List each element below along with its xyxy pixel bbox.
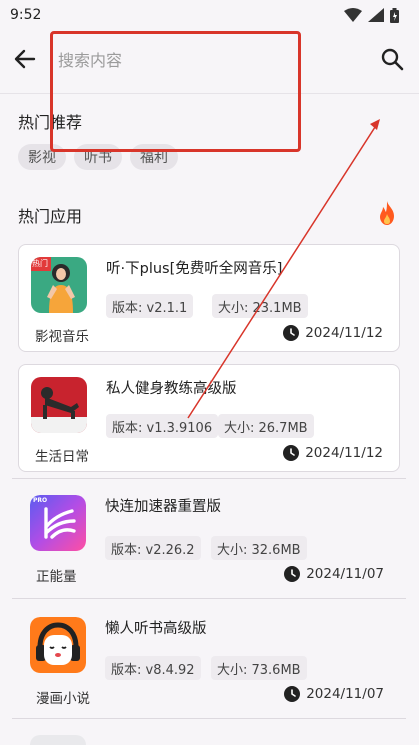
arrow-left-icon	[14, 49, 36, 69]
app-icon-fitness	[31, 377, 87, 433]
date-text: 2024/11/07	[306, 566, 384, 582]
app-category: 影视音乐	[35, 329, 89, 345]
date-text: 2024/11/12	[305, 325, 383, 341]
version-badge: 版本: v8.4.92	[105, 656, 201, 680]
hot-badge: 热门	[32, 259, 48, 268]
clock-icon	[283, 445, 300, 461]
clock-icon	[284, 566, 301, 582]
search-button[interactable]	[377, 44, 407, 74]
app-icon-partial	[30, 735, 86, 745]
date-text: 2024/11/07	[306, 686, 384, 702]
app-card[interactable]: 热门 影视音乐 听·下plus[免费听全网音乐] 版本: v2.1.1 大小: …	[18, 244, 400, 352]
size-badge: 大小: 26.7MB	[218, 414, 314, 438]
version-badge: 版本: v2.1.1	[106, 294, 194, 318]
pro-badge: PRO	[33, 497, 48, 504]
update-date: 2024/11/12	[283, 325, 383, 341]
app-category: 生活日常	[35, 449, 89, 465]
app-category: 漫画小说	[36, 691, 90, 707]
status-icons	[344, 7, 399, 23]
date-text: 2024/11/12	[305, 445, 383, 461]
app-card[interactable]: PRO 正能量 快连加速器重置版 版本: v2.26.2 大小: 32.6MB …	[12, 478, 406, 598]
app-name: 听·下plus[免费听全网音乐]	[106, 261, 283, 277]
clock-icon	[283, 325, 300, 341]
annotation-highlight-box	[50, 31, 301, 152]
size-badge: 大小: 73.6MB	[211, 656, 307, 680]
status-time: 9:52	[10, 7, 42, 23]
update-date: 2024/11/07	[284, 566, 384, 582]
app-card-partial[interactable]	[12, 718, 406, 745]
update-date: 2024/11/07	[284, 686, 384, 702]
version-badge: 版本: v2.26.2	[105, 536, 201, 560]
wifi-icon	[344, 8, 362, 22]
hot-apps-title: 热门应用	[18, 207, 83, 226]
battery-icon	[390, 7, 399, 23]
app-icon-vpn: PRO	[30, 495, 86, 551]
size-badge: 大小: 23.1MB	[212, 294, 308, 318]
app-card[interactable]: 生活日常 私人健身教练高级版 版本: v1.3.9106 大小: 26.7MB …	[18, 364, 400, 472]
search-icon	[381, 48, 404, 71]
search-page: 9:52 热门推荐 影视 听书 福利 热门应用	[0, 0, 419, 745]
app-icon-audiobook	[30, 617, 86, 673]
clock-icon	[284, 686, 301, 702]
app-category: 正能量	[36, 569, 77, 585]
fire-icon	[380, 201, 394, 225]
app-card[interactable]: 漫画小说 懒人听书高级版 版本: v8.4.92 大小: 73.6MB 2024…	[12, 598, 406, 718]
app-name: 懒人听书高级版	[105, 621, 207, 637]
app-name: 私人健身教练高级版	[106, 381, 237, 397]
size-badge: 大小: 32.6MB	[211, 536, 307, 560]
status-bar: 9:52	[0, 0, 419, 30]
app-name: 快连加速器重置版	[105, 499, 221, 515]
app-icon-music: 热门	[31, 257, 87, 313]
signal-icon	[368, 8, 384, 22]
back-button[interactable]	[10, 44, 40, 74]
update-date: 2024/11/12	[283, 445, 383, 461]
version-badge: 版本: v1.3.9106	[106, 414, 219, 438]
